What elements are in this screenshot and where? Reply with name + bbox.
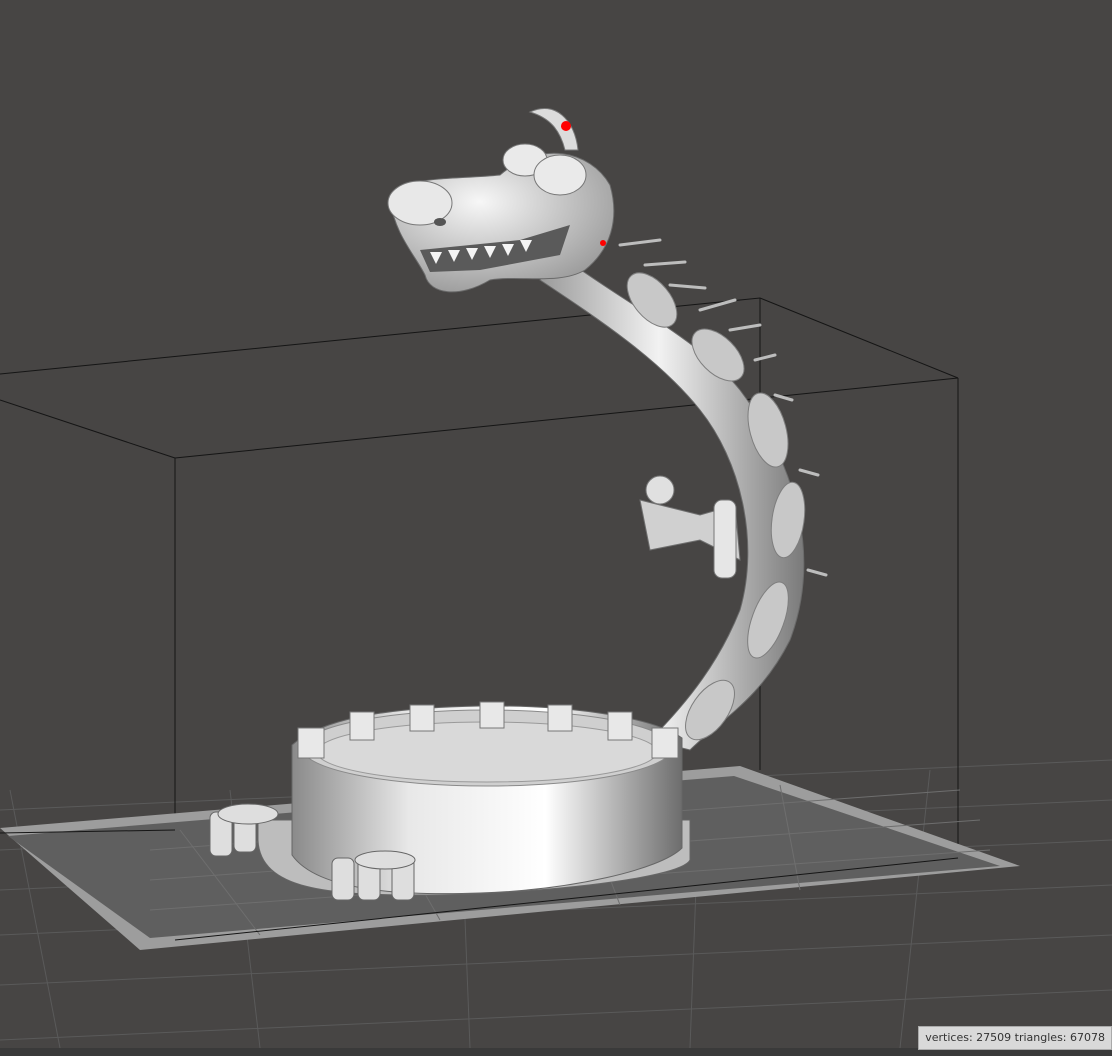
- error-marker: [561, 121, 571, 131]
- scene-canvas[interactable]: [0, 0, 1112, 1048]
- mesh-stats-label: vertices: 27509 triangles: 67078: [918, 1026, 1112, 1050]
- error-marker: [600, 240, 606, 246]
- 3d-viewport[interactable]: [0, 0, 1112, 1048]
